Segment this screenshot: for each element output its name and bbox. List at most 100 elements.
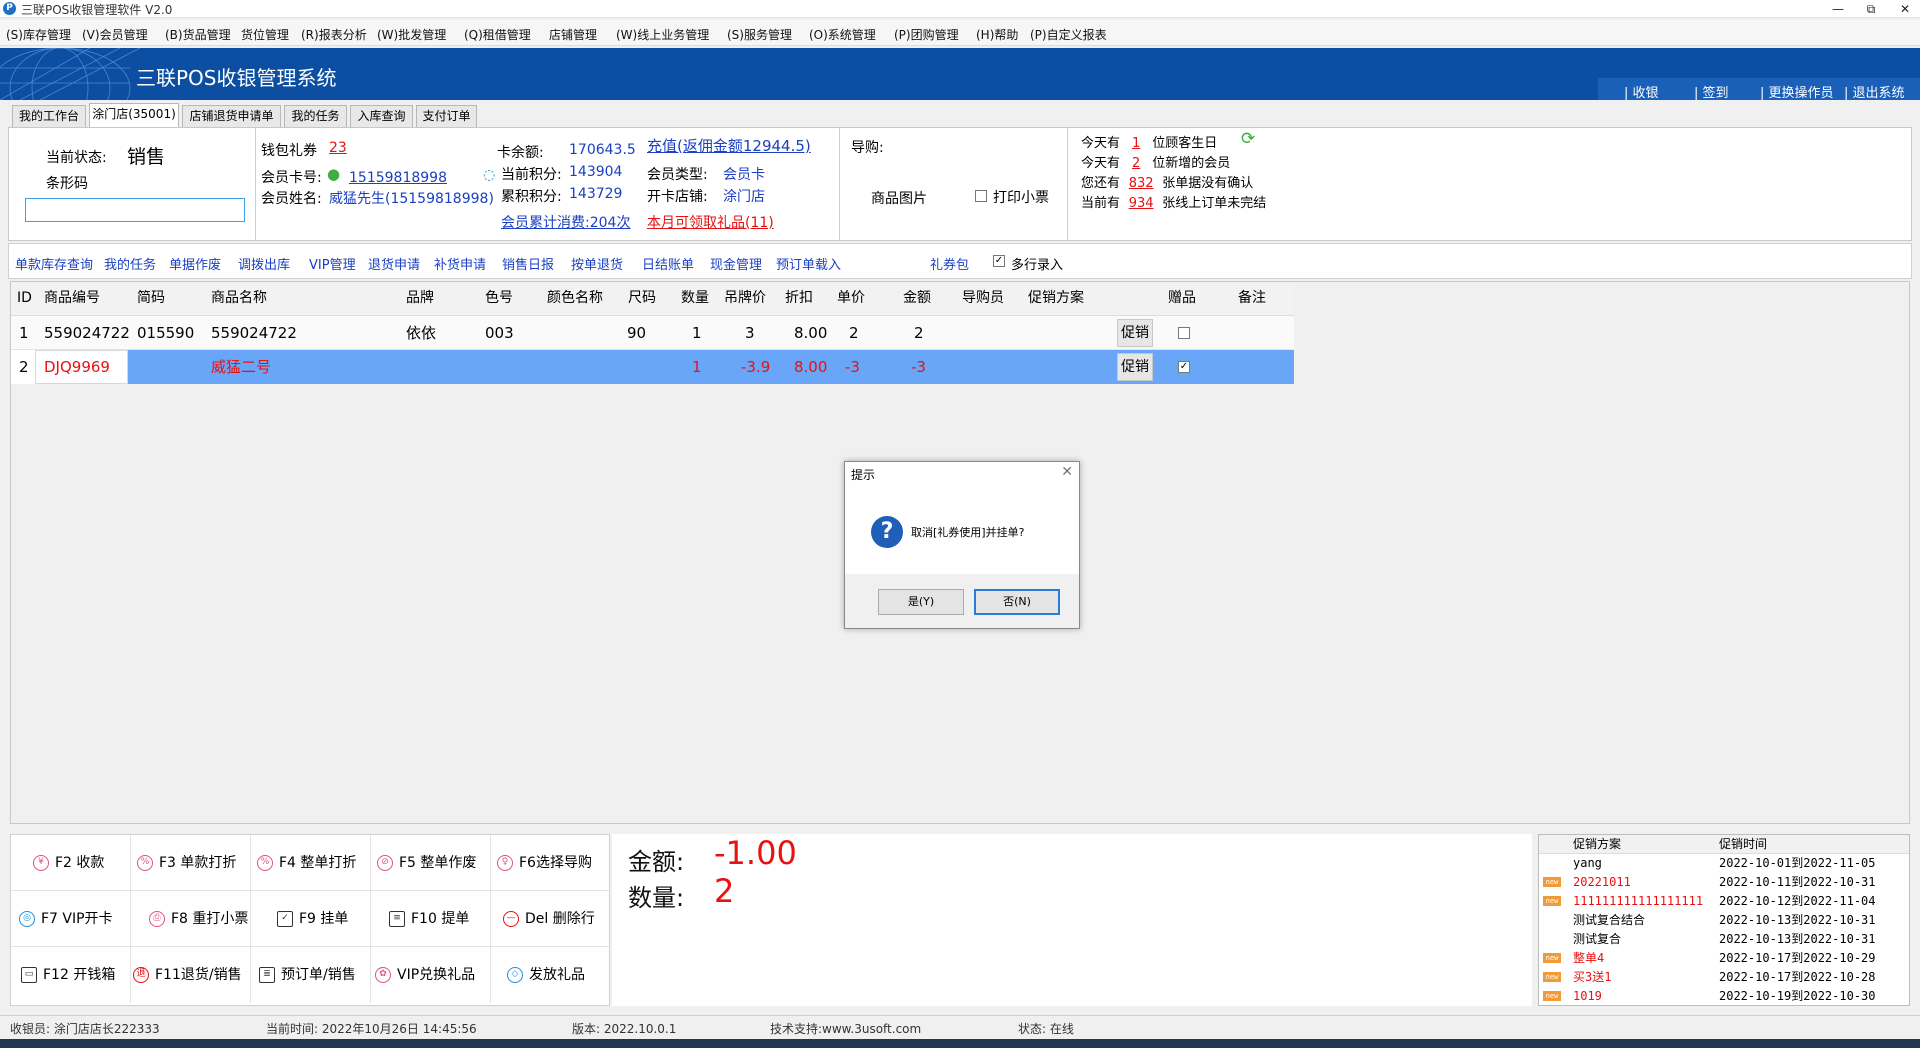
f5-void-order-button[interactable]: ⊘ F5 整单作废: [371, 835, 491, 891]
link-stock-query[interactable]: 单款库存查询: [15, 254, 93, 273]
list-item[interactable]: new 20221011 2022-10-11到2022-10-31: [1539, 873, 1909, 892]
nav-signin-link[interactable]: | 签到: [1694, 82, 1729, 100]
cell-unit-price[interactable]: -3: [845, 350, 860, 384]
list-item[interactable]: new 整单4 2022-10-17到2022-10-29: [1539, 949, 1909, 968]
link-void-document[interactable]: 单据作废: [169, 254, 221, 273]
menu-item-help[interactable]: (H)帮助: [976, 26, 1018, 43]
nav-cashier-link[interactable]: | 收银: [1624, 82, 1659, 100]
issue-gift-button[interactable]: ◇ 发放礼品: [491, 947, 609, 1003]
gift-checkbox[interactable]: ✓: [1178, 361, 1190, 373]
dialog-close-icon[interactable]: ✕: [1061, 464, 1073, 480]
print-receipt-checkbox[interactable]: [975, 190, 987, 202]
menu-item-wholesale[interactable]: (W)批发管理: [377, 26, 446, 43]
cell-discount[interactable]: 8.00: [794, 316, 827, 350]
cell-size[interactable]: 90: [627, 316, 646, 350]
menu-item-reports[interactable]: (R)报表分析: [301, 26, 367, 43]
tab-return-request[interactable]: 店铺退货申请单: [182, 105, 281, 127]
vip-redeem-gift-button[interactable]: ✿ VIP兑换礼品: [371, 947, 491, 1003]
restore-icon[interactable]: ⧉: [1856, 0, 1886, 18]
cell-amount[interactable]: 2: [914, 316, 924, 350]
dialog-no-button[interactable]: 否(N): [974, 589, 1060, 615]
link-preorder-load[interactable]: 预订单载入: [776, 254, 841, 273]
menu-item-system[interactable]: (O)系统管理: [809, 26, 876, 43]
tab-my-tasks[interactable]: 我的任务: [284, 105, 347, 127]
consume-count-link[interactable]: 会员累计消费:204次: [501, 212, 630, 232]
menu-item-goods[interactable]: (B)货品管理: [165, 26, 231, 43]
multi-row-checkbox[interactable]: ✓: [993, 255, 1005, 267]
link-daily-sales[interactable]: 销售日报: [502, 254, 554, 273]
f3-item-discount-button[interactable]: % F3 单款打折: [131, 835, 251, 891]
menu-item-inventory[interactable]: (S)库存管理: [6, 26, 71, 43]
gift-claim-link[interactable]: 本月可领取礼品(11): [647, 212, 774, 232]
f9-hang-order-button[interactable]: ✓ F9 挂单: [251, 891, 371, 947]
link-coupon-pack[interactable]: 礼券包: [930, 254, 969, 273]
f12-open-drawer-button[interactable]: ▭ F12 开钱箱: [11, 947, 131, 1003]
menu-item-service[interactable]: (S)服务管理: [727, 26, 792, 43]
menu-item-groupbuy[interactable]: (P)团购管理: [894, 26, 959, 43]
cell-name[interactable]: 威猛二号: [211, 350, 271, 384]
menu-item-custom-report[interactable]: (P)自定义报表: [1030, 26, 1107, 43]
cell-tag-price[interactable]: -3.9: [741, 350, 770, 384]
f6-select-guide-button[interactable]: ♀ F6选择导购: [491, 835, 609, 891]
promo-button[interactable]: 促销: [1117, 353, 1153, 381]
f2-checkout-button[interactable]: ¥ F2 收款: [11, 835, 131, 891]
cell-discount[interactable]: 8.00: [794, 350, 827, 384]
menu-item-location[interactable]: 货位管理: [241, 26, 289, 43]
menu-item-rental[interactable]: (Q)租借管理: [464, 26, 531, 43]
f7-vip-card-button[interactable]: ◎ F7 VIP开卡: [11, 891, 131, 947]
cell-qty[interactable]: 1: [692, 316, 702, 350]
dialog-yes-button[interactable]: 是(Y): [878, 589, 964, 615]
link-cash-manage[interactable]: 现金管理: [710, 254, 762, 273]
preorder-sale-button[interactable]: ≣ 预订单/销售: [251, 947, 371, 1003]
table-row[interactable]: 2 DJQ9969 威猛二号 1 -3.9 8.00 -3 -3 促销 ✓: [11, 350, 1294, 384]
menu-item-store[interactable]: 店铺管理: [549, 26, 597, 43]
cell-unit-price[interactable]: 2: [849, 316, 859, 350]
link-replenish-request[interactable]: 补货申请: [434, 254, 486, 273]
cell-amount[interactable]: -3: [911, 350, 926, 384]
cell-name[interactable]: 559024722: [211, 316, 297, 350]
f4-order-discount-button[interactable]: % F4 整单打折: [251, 835, 371, 891]
close-icon[interactable]: ✕: [1890, 0, 1920, 18]
list-item[interactable]: 测试复合结合 2022-10-13到2022-10-31: [1539, 911, 1909, 930]
cell-code[interactable]: 559024722: [44, 316, 130, 350]
link-return-by-order[interactable]: 按单退货: [571, 254, 623, 273]
list-item[interactable]: new 111111111111111111 2022-10-12到2022-11…: [1539, 892, 1909, 911]
cell-short[interactable]: 015590: [137, 316, 194, 350]
link-transfer-out[interactable]: 调拨出库: [238, 254, 290, 273]
tab-payment-orders[interactable]: 支付订单: [416, 105, 477, 127]
totals-panel: 金额: -1.00 数量: 2: [612, 834, 1532, 1006]
cell-code[interactable]: DJQ9969: [44, 350, 110, 384]
menu-item-online[interactable]: (W)线上业务管理: [616, 26, 709, 43]
del-delete-row-button[interactable]: — Del 删除行: [491, 891, 609, 947]
menu-item-member[interactable]: (V)会员管理: [82, 26, 148, 43]
promo-button[interactable]: 促销: [1117, 319, 1153, 347]
list-item[interactable]: 测试复合 2022-10-13到2022-10-31: [1539, 930, 1909, 949]
nav-change-operator-link[interactable]: | 更换操作员: [1760, 82, 1834, 100]
card-no-value[interactable]: 15159818998: [349, 170, 447, 186]
barcode-input[interactable]: [25, 198, 245, 222]
tab-workbench[interactable]: 我的工作台: [12, 105, 86, 127]
f10-retrieve-order-button[interactable]: ≡ F10 提单: [371, 891, 491, 947]
link-daily-settlement[interactable]: 日结账单: [642, 254, 694, 273]
f11-return-sale-button[interactable]: 退 F11退货/销售: [131, 947, 251, 1003]
link-return-request[interactable]: 退货申请: [368, 254, 420, 273]
cell-tag-price[interactable]: 3: [745, 316, 755, 350]
wallet-value[interactable]: 23: [329, 140, 347, 156]
tab-store-sales[interactable]: 涂门店(35001): [89, 103, 179, 127]
list-item[interactable]: new 买3送1 2022-10-17到2022-10-28: [1539, 968, 1909, 987]
link-vip-manage[interactable]: VIP管理: [309, 254, 356, 273]
gift-checkbox[interactable]: [1178, 327, 1190, 339]
table-row[interactable]: 1 559024722 015590 559024722 依依 003 90 1…: [11, 316, 1294, 350]
list-item[interactable]: yang 2022-10-01到2022-11-05: [1539, 854, 1909, 873]
f8-reprint-button[interactable]: ⎙ F8 重打小票: [131, 891, 251, 947]
cell-brand[interactable]: 依依: [406, 316, 436, 350]
list-item[interactable]: new 1019 2022-10-19到2022-10-30: [1539, 987, 1909, 1006]
minimize-icon[interactable]: —: [1823, 0, 1853, 18]
cell-qty[interactable]: 1: [692, 350, 702, 384]
refresh-icon[interactable]: ⟳: [1241, 129, 1255, 149]
recharge-link[interactable]: 充值(返佣金额12944.5): [647, 135, 811, 156]
link-my-tasks[interactable]: 我的任务: [104, 254, 156, 273]
tab-stock-in-query[interactable]: 入库查询: [350, 105, 413, 127]
nav-exit-link[interactable]: | 退出系统: [1844, 82, 1905, 100]
cell-color-no[interactable]: 003: [485, 316, 514, 350]
